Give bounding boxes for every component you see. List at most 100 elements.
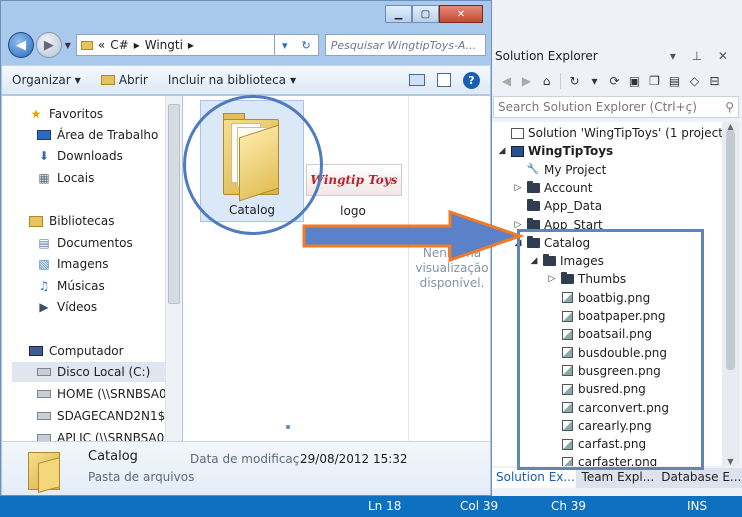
tree-item-label: carfast.png — [578, 437, 647, 452]
nav-label: Vídeos — [57, 300, 98, 314]
expanded-arrow-icon[interactable]: ◢ — [496, 142, 508, 160]
open-button[interactable]: Abrir — [91, 73, 158, 87]
address-dropdown-icon[interactable]: ▾ — [282, 39, 288, 52]
tab-solution-explorer[interactable]: Solution Ex... — [490, 468, 576, 488]
solution-explorer-search[interactable]: Search Solution Explorer (Ctrl+ç) ⚲ — [493, 96, 739, 118]
refresh-icon[interactable]: ⟳ — [606, 73, 623, 90]
command-bar: Organizar ▼ Abrir Incluir na biblioteca … — [2, 65, 490, 95]
view-code-icon[interactable]: ◇ — [686, 73, 703, 90]
collapsed-arrow-icon[interactable]: ▷ — [546, 270, 558, 288]
forward-button[interactable]: ▶ — [35, 32, 62, 58]
breadcrumb-overflow[interactable]: « — [98, 38, 105, 52]
breadcrumb-separator[interactable]: ▸ — [188, 38, 194, 52]
breadcrumb-csharp[interactable]: C# — [110, 38, 128, 52]
help-icon[interactable]: ? — [463, 71, 480, 89]
navigation-bar: ◀ ▶ ▼ « C# ▸ Wingti ▸ ▾ ↻ Pesquisar Wing… — [8, 30, 486, 60]
include-library-button[interactable]: Incluir na biblioteca ▼ — [158, 73, 306, 87]
navigation-pane-scrollbar[interactable] — [165, 96, 182, 441]
panel-window-buttons[interactable]: ▾ ⊥ ✕ — [670, 44, 734, 68]
file-item-catalog[interactable]: Catalog — [200, 100, 304, 222]
nav-item-aplic-share[interactable]: APLIC (\\SRNBSA094 — [36, 428, 165, 441]
toolbar-separator — [560, 73, 561, 89]
image-thumbnail: Wingtip Toys — [306, 164, 402, 196]
file-item-logo[interactable]: Wingtip Toys logo — [301, 100, 407, 222]
search-icon[interactable]: ⚲ — [725, 100, 734, 114]
collapsed-arrow-icon[interactable]: ▷ — [512, 216, 524, 234]
nav-item-downloads[interactable]: ⬇ Downloads — [36, 146, 123, 166]
tree-item[interactable]: carfast.png — [546, 435, 646, 453]
nav-libraries-header[interactable]: Bibliotecas — [28, 211, 114, 231]
tree-item[interactable]: ▷ Thumbs — [546, 270, 626, 288]
tree-item[interactable]: ▷ App_Start — [512, 216, 603, 234]
wrench-icon: 🔧 — [526, 163, 540, 175]
scrollbar-thumb[interactable] — [168, 104, 180, 304]
pending-changes-icon[interactable]: ▾ — [586, 73, 603, 90]
image-file-icon — [560, 328, 574, 341]
solution-tree-scrollbar[interactable]: ▲ ▼ — [722, 122, 739, 466]
hard-drive-icon — [36, 365, 52, 379]
panel-tabs: Solution Ex... Team Expl... Database E..… — [490, 468, 742, 488]
tree-item[interactable]: 🔧 My Project — [512, 161, 607, 179]
tree-item[interactable]: carfaster.png — [546, 453, 657, 466]
sync-icon[interactable]: ↻ — [566, 73, 583, 90]
change-view-icon[interactable] — [409, 74, 425, 86]
tree-item[interactable]: carearly.png — [546, 417, 652, 435]
tree-item[interactable]: ◢ WingTipToys — [496, 142, 614, 160]
nav-item-pictures[interactable]: ▧ Imagens — [36, 254, 108, 274]
properties-icon[interactable]: ▤ — [666, 73, 683, 90]
nav-computer-header[interactable]: Computador — [28, 341, 124, 361]
nav-item-places[interactable]: ▦ Locais — [36, 168, 94, 188]
status-line: Ln 18 — [368, 499, 402, 513]
breadcrumb-separator[interactable]: ▸ — [134, 38, 140, 52]
tree-item[interactable]: busdouble.png — [546, 344, 667, 362]
breadcrumb-wingti[interactable]: Wingti — [145, 38, 183, 52]
collapsed-arrow-icon[interactable]: ▷ — [512, 179, 524, 197]
nav-item-sdagecand-share[interactable]: SDAGECAND2N1$ (\ — [36, 406, 165, 426]
show-all-files-icon[interactable]: ❐ — [646, 73, 663, 90]
close-button[interactable]: ✕ — [439, 5, 483, 23]
minimize-button[interactable]: ▁ — [385, 5, 412, 23]
collapse-all-icon[interactable]: ▣ — [626, 73, 643, 90]
tree-item[interactable]: Solution 'WingTipToys' (1 project) — [496, 124, 722, 142]
nav-item-videos[interactable]: ▶ Vídeos — [36, 297, 97, 317]
address-bar[interactable]: « C# ▸ Wingti ▸ — [75, 34, 275, 56]
nav-favorites-header[interactable]: ★ Favoritos — [28, 104, 104, 124]
nav-item-desktop[interactable]: Área de Trabalho — [36, 125, 158, 145]
back-icon[interactable]: ◀ — [498, 73, 515, 90]
tree-item[interactable]: carconvert.png — [546, 399, 669, 417]
tree-item-label: Catalog — [544, 235, 591, 250]
tree-item[interactable]: ◢ Images — [528, 252, 604, 270]
tree-item[interactable]: boatbig.png — [546, 289, 650, 307]
organize-button[interactable]: Organizar ▼ — [2, 73, 91, 87]
tree-item[interactable]: ▷ Account — [512, 179, 592, 197]
tree-item[interactable]: boatsail.png — [546, 325, 652, 343]
tree-item[interactable]: boatpaper.png — [546, 307, 665, 325]
expanded-arrow-icon[interactable]: ◢ — [528, 252, 540, 270]
tree-item[interactable]: ◢ Catalog — [512, 234, 590, 252]
forward-icon[interactable]: ▶ — [518, 73, 535, 90]
tree-item[interactable]: busgreen.png — [546, 362, 661, 380]
no-preview-message: Nenhuma visualização disponível. — [415, 246, 489, 290]
tree-item-label: Solution 'WingTipToys' (1 project) — [528, 126, 722, 140]
nav-item-documents[interactable]: ▤ Documentos — [36, 233, 132, 253]
tree-item-label: boatpaper.png — [578, 309, 666, 323]
tree-item[interactable]: busred.png — [546, 380, 646, 398]
preview-icon[interactable]: ⊟ — [706, 73, 723, 90]
explorer-search-input[interactable]: Pesquisar WingtipToys-A... — [324, 34, 486, 56]
expanded-arrow-icon[interactable]: ◢ — [512, 234, 524, 252]
scrollbar-thumb[interactable] — [726, 130, 735, 370]
back-button[interactable]: ◀ — [8, 32, 34, 58]
home-icon[interactable]: ⌂ — [538, 73, 555, 90]
nav-item-home-share[interactable]: HOME (\\SRNBSA09 — [36, 384, 165, 404]
nav-item-local-disk[interactable]: Disco Local (C:) — [12, 362, 165, 382]
preview-pane-icon[interactable] — [437, 73, 451, 87]
nav-item-music[interactable]: ♫ Músicas — [36, 276, 105, 296]
scroll-down-icon[interactable]: ▼ — [722, 457, 739, 466]
maximize-button[interactable]: ▢ — [412, 5, 439, 23]
tree-item[interactable]: App_Data — [512, 197, 602, 215]
nav-label: Músicas — [57, 279, 105, 293]
tab-database-explorer[interactable]: Database E... — [655, 468, 742, 488]
recent-pages-chevron-icon[interactable]: ▼ — [65, 41, 71, 50]
refresh-icon[interactable]: ↻ — [302, 39, 311, 52]
tab-team-explorer[interactable]: Team Expl... — [576, 468, 656, 488]
